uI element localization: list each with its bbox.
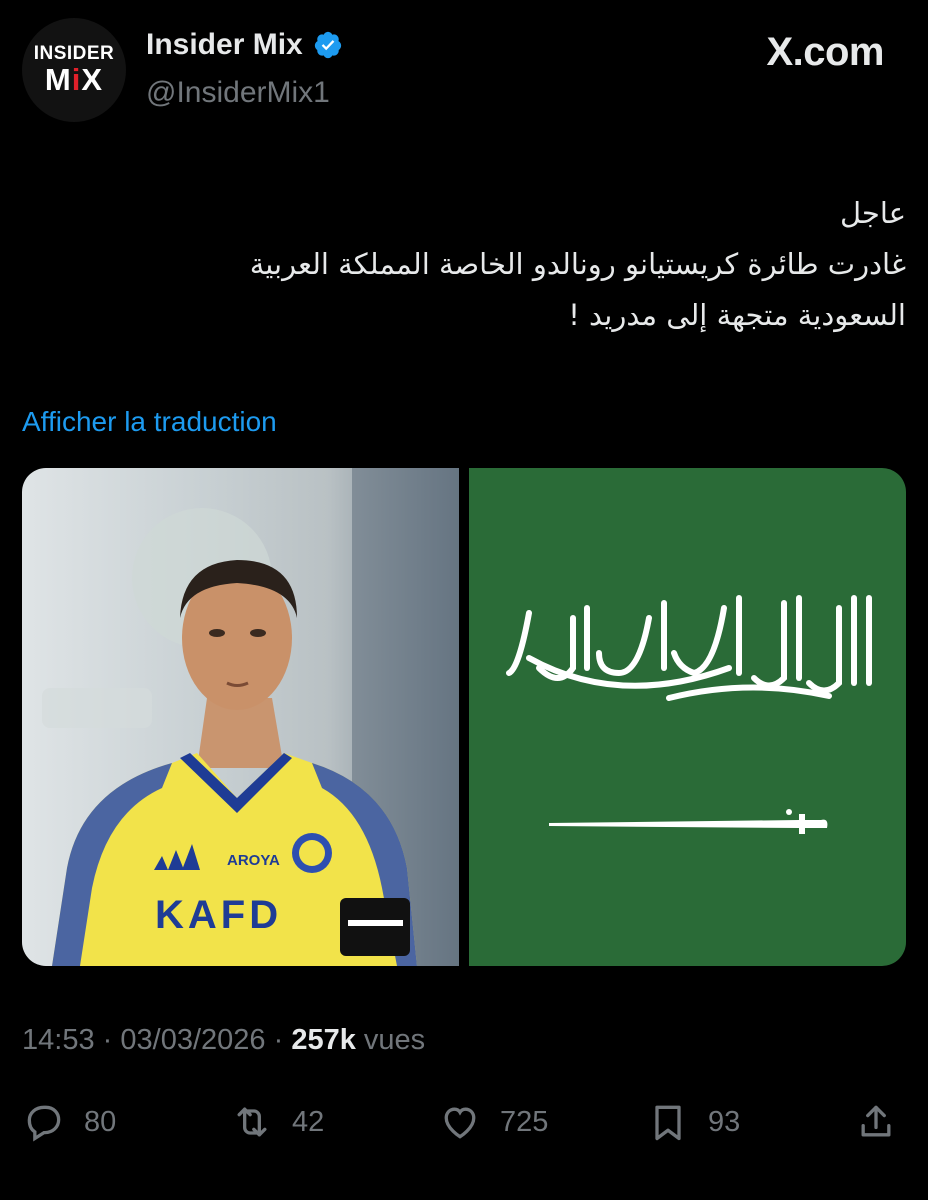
tweet-date[interactable]: 03/03/2026	[120, 1024, 265, 1056]
like-count: 725	[500, 1105, 549, 1138]
share-icon	[861, 1105, 891, 1137]
views-label: vues	[363, 1024, 426, 1056]
tweet-line: عاجل	[839, 196, 906, 230]
reply-count: 80	[84, 1105, 117, 1138]
tweet-line: السعودية متجهة إلى مدريد !	[568, 298, 906, 332]
author-name[interactable]: Insider Mix	[146, 28, 303, 62]
flag-calligraphy	[506, 595, 872, 701]
site-logo: X.com	[766, 30, 884, 74]
media-photo-left[interactable]: AROYA KAFD	[22, 468, 459, 966]
like-button[interactable]: 725	[438, 1100, 548, 1144]
tweet-text: عاجل غادرت طائرة كريستيانو رونالدو الخاص…	[26, 188, 906, 341]
author-name-row[interactable]: Insider Mix	[146, 28, 343, 62]
views-count: 257k	[291, 1024, 356, 1056]
jersey-text: KAFD	[155, 893, 282, 937]
reply-icon	[27, 1105, 61, 1142]
media-grid: AROYA KAFD	[22, 468, 906, 966]
bookmark-icon	[655, 1105, 681, 1141]
repost-count: 42	[292, 1105, 325, 1138]
avatar[interactable]: INSIDER MiX	[22, 18, 126, 122]
repost-button[interactable]: 42	[230, 1100, 324, 1144]
verified-badge-icon	[314, 31, 341, 59]
flag-image	[506, 595, 872, 834]
meta-separator: ·	[102, 1024, 113, 1056]
repost-icon	[237, 1107, 267, 1137]
tweet-meta: 14:53 · 03/03/2026 · 257k vues	[22, 1024, 425, 1057]
avatar-text-top: INSIDER	[33, 43, 115, 64]
reply-button[interactable]: 80	[22, 1100, 116, 1144]
translate-link[interactable]: Afficher la traduction	[22, 406, 277, 438]
sponsor-text: AROYA	[227, 852, 280, 869]
tweet-time[interactable]: 14:53	[22, 1024, 95, 1056]
bookmark-count: 93	[708, 1105, 741, 1138]
flag-sword	[549, 809, 828, 834]
action-bar: 80 42 725 93	[22, 1100, 902, 1148]
media-flag-right[interactable]	[469, 468, 906, 966]
author-handle[interactable]: @InsiderMix1	[146, 76, 330, 110]
bookmark-button[interactable]: 93	[646, 1100, 740, 1144]
footballer-photo: AROYA KAFD	[42, 468, 459, 966]
heart-icon	[444, 1107, 476, 1139]
avatar-text-bottom: MiX	[44, 62, 104, 97]
share-button[interactable]	[854, 1100, 898, 1144]
meta-separator: ·	[273, 1024, 284, 1056]
tweet-line: غادرت طائرة كريستيانو رونالدو الخاصة الم…	[249, 247, 906, 281]
